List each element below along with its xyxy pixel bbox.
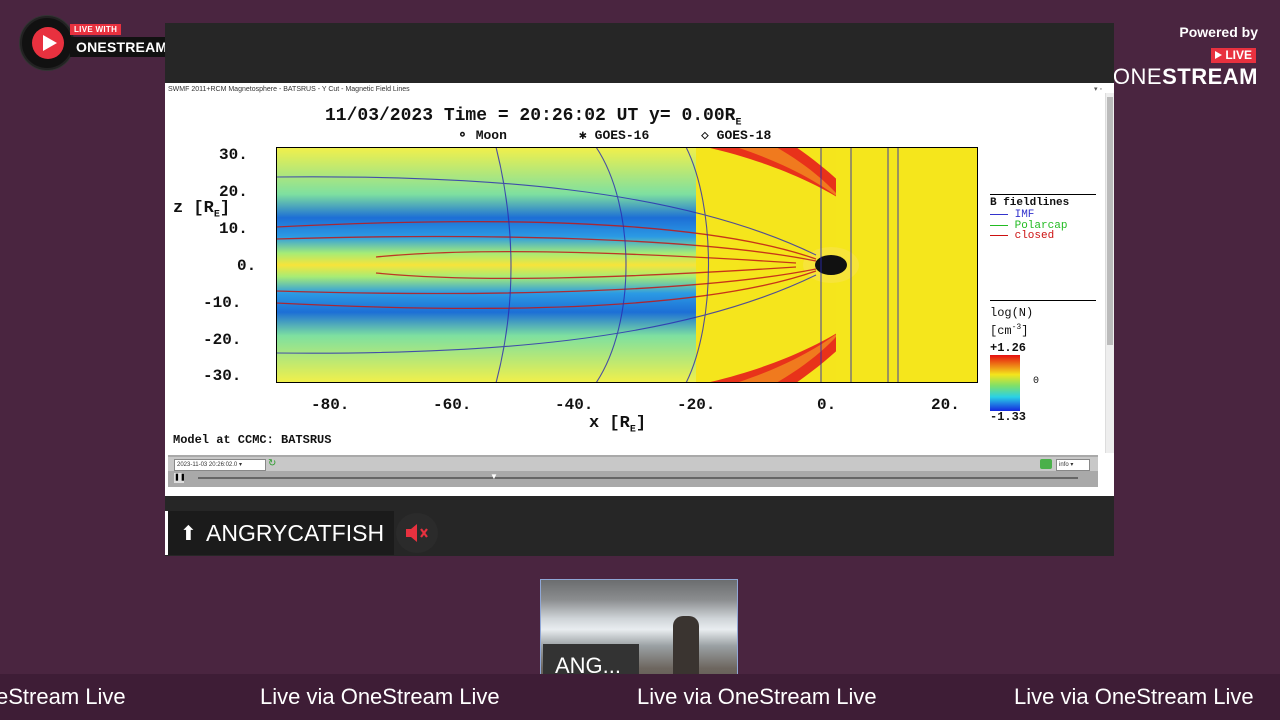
x-axis-label: x [RE] bbox=[589, 414, 647, 436]
colorbar-min: -1.33 bbox=[990, 410, 1027, 424]
shared-screen: SWMF 2011+RCM Magnetosphere - BATSRUS - … bbox=[165, 83, 1114, 496]
plot-header-sub: E bbox=[735, 117, 742, 129]
colorbar-title: log(N) bbox=[990, 306, 1034, 320]
pause-button[interactable]: ❚❚ bbox=[174, 473, 186, 483]
x-tick: 0. bbox=[817, 396, 837, 414]
x-tick: -20. bbox=[677, 396, 716, 414]
colorbar-unit-sup: -3 bbox=[1011, 323, 1022, 332]
colorbar-mid: 0 bbox=[1033, 376, 1040, 387]
x-tick: -60. bbox=[433, 396, 472, 414]
x-axis-sub: E bbox=[629, 424, 636, 436]
legend-swatch-closed bbox=[990, 234, 1008, 236]
colorbar bbox=[990, 355, 1020, 411]
onestream-label: ONESTREAM bbox=[70, 37, 174, 57]
plot-header-text: 11/03/2023 Time = 20:26:02 UT y= 0.00R bbox=[325, 106, 736, 126]
play-icon bbox=[32, 27, 64, 59]
legend-swatch-polarcap bbox=[990, 224, 1008, 226]
onestream-wordmark: ONESTREAM bbox=[1113, 64, 1258, 90]
info-select[interactable]: info ▾ bbox=[1056, 459, 1090, 471]
y-tick: 0. bbox=[237, 257, 257, 275]
y-axis-label: z [RE] bbox=[173, 199, 231, 221]
toolbar-strip bbox=[168, 457, 1098, 471]
live-badge: LIVE bbox=[1211, 48, 1256, 63]
ticker-item: Live via OneStream Live bbox=[260, 684, 500, 709]
muted-speaker-button[interactable] bbox=[396, 513, 438, 553]
x-tick: 20. bbox=[931, 396, 960, 414]
plot-header: 11/03/2023 Time = 20:26:02 UT y= 0.00RE bbox=[325, 106, 741, 129]
marker-moon-label: Moon bbox=[475, 128, 507, 143]
colorbar-unit-text: [cm bbox=[990, 324, 1012, 338]
player-toolbar: 2023-11-03 20:26:02.0 ▾ ↻ info ▾ ❚❚ ▼ bbox=[168, 455, 1098, 487]
refresh-icon[interactable]: ↻ bbox=[268, 459, 278, 469]
plot-frame bbox=[276, 147, 978, 383]
y-axis-label-text: z [R bbox=[173, 199, 214, 218]
legend-item-closed: closed bbox=[990, 230, 1054, 242]
x-tick: -40. bbox=[555, 396, 594, 414]
legend-title: B fieldlines bbox=[990, 197, 1070, 209]
marker-goes16: ✱ GOES-16 bbox=[579, 128, 650, 143]
y-tick: -20. bbox=[203, 331, 242, 349]
info-select-value: info bbox=[1059, 462, 1069, 468]
wordmark-one: ONE bbox=[1112, 64, 1163, 89]
live-with-label: LIVE WITH bbox=[70, 24, 122, 35]
marker-goes18: ◇ GOES-18 bbox=[701, 128, 772, 143]
legend-label-closed: closed bbox=[1014, 230, 1055, 242]
colorbar-divider bbox=[990, 300, 1096, 301]
scrolling-ticker: eStream Live Live via OneStream Live Liv… bbox=[0, 674, 1280, 720]
legend-swatch-imf bbox=[990, 213, 1008, 215]
onestream-logo-circle bbox=[20, 16, 74, 70]
time-slider[interactable] bbox=[198, 477, 1078, 479]
speaker-name-tag: ⬆ ANGRYCATFISH bbox=[165, 511, 394, 555]
ticker-item: Live via OneStream Live bbox=[637, 684, 877, 709]
marker-goes18-label: GOES-18 bbox=[716, 128, 772, 143]
ticker-item: eStream Live bbox=[0, 684, 126, 709]
y-tick: 10. bbox=[219, 220, 248, 238]
marker-goes16-label: GOES-16 bbox=[594, 128, 650, 143]
wordmark-stream: STREAM bbox=[1162, 64, 1258, 89]
upload-arrow-icon: ⬆ bbox=[180, 523, 197, 545]
colorbar-unit: [cm-3] bbox=[990, 323, 1029, 338]
legend-divider bbox=[990, 194, 1096, 195]
datetime-select-value: 2023-11-03 20:26:02.0 bbox=[177, 462, 238, 468]
datetime-select[interactable]: 2023-11-03 20:26:02.0 ▾ bbox=[174, 459, 266, 471]
vertical-scrollbar[interactable] bbox=[1105, 93, 1114, 453]
window-title: SWMF 2011+RCM Magnetosphere - BATSRUS - … bbox=[168, 86, 410, 93]
ticker-item: Live via OneStream Live bbox=[1014, 684, 1254, 709]
time-slider-thumb[interactable]: ▼ bbox=[490, 473, 498, 481]
scrollbar-thumb[interactable] bbox=[1107, 97, 1113, 345]
y-axis-sub: E bbox=[213, 209, 220, 221]
y-tick: -10. bbox=[203, 294, 242, 312]
camera-icon[interactable] bbox=[1040, 459, 1052, 469]
powered-by-label: Powered by bbox=[1179, 24, 1258, 40]
muted-speaker-icon bbox=[406, 524, 428, 542]
colorbar-max: +1.26 bbox=[990, 341, 1027, 355]
x-tick: -80. bbox=[311, 396, 350, 414]
y-tick: -30. bbox=[203, 367, 242, 385]
speaker-name: ANGRYCATFISH bbox=[206, 520, 385, 546]
model-credit: Model at CCMC: BATSRUS bbox=[173, 433, 332, 447]
onestream-live-badge: LIVE WITH ONESTREAM bbox=[20, 16, 182, 70]
y-tick: 30. bbox=[219, 146, 248, 164]
x-axis-label-text: x [R bbox=[589, 414, 630, 433]
marker-moon: ⚬ Moon bbox=[457, 128, 507, 143]
window-dropdown-icon[interactable]: ▾ ◦ bbox=[1094, 85, 1102, 93]
